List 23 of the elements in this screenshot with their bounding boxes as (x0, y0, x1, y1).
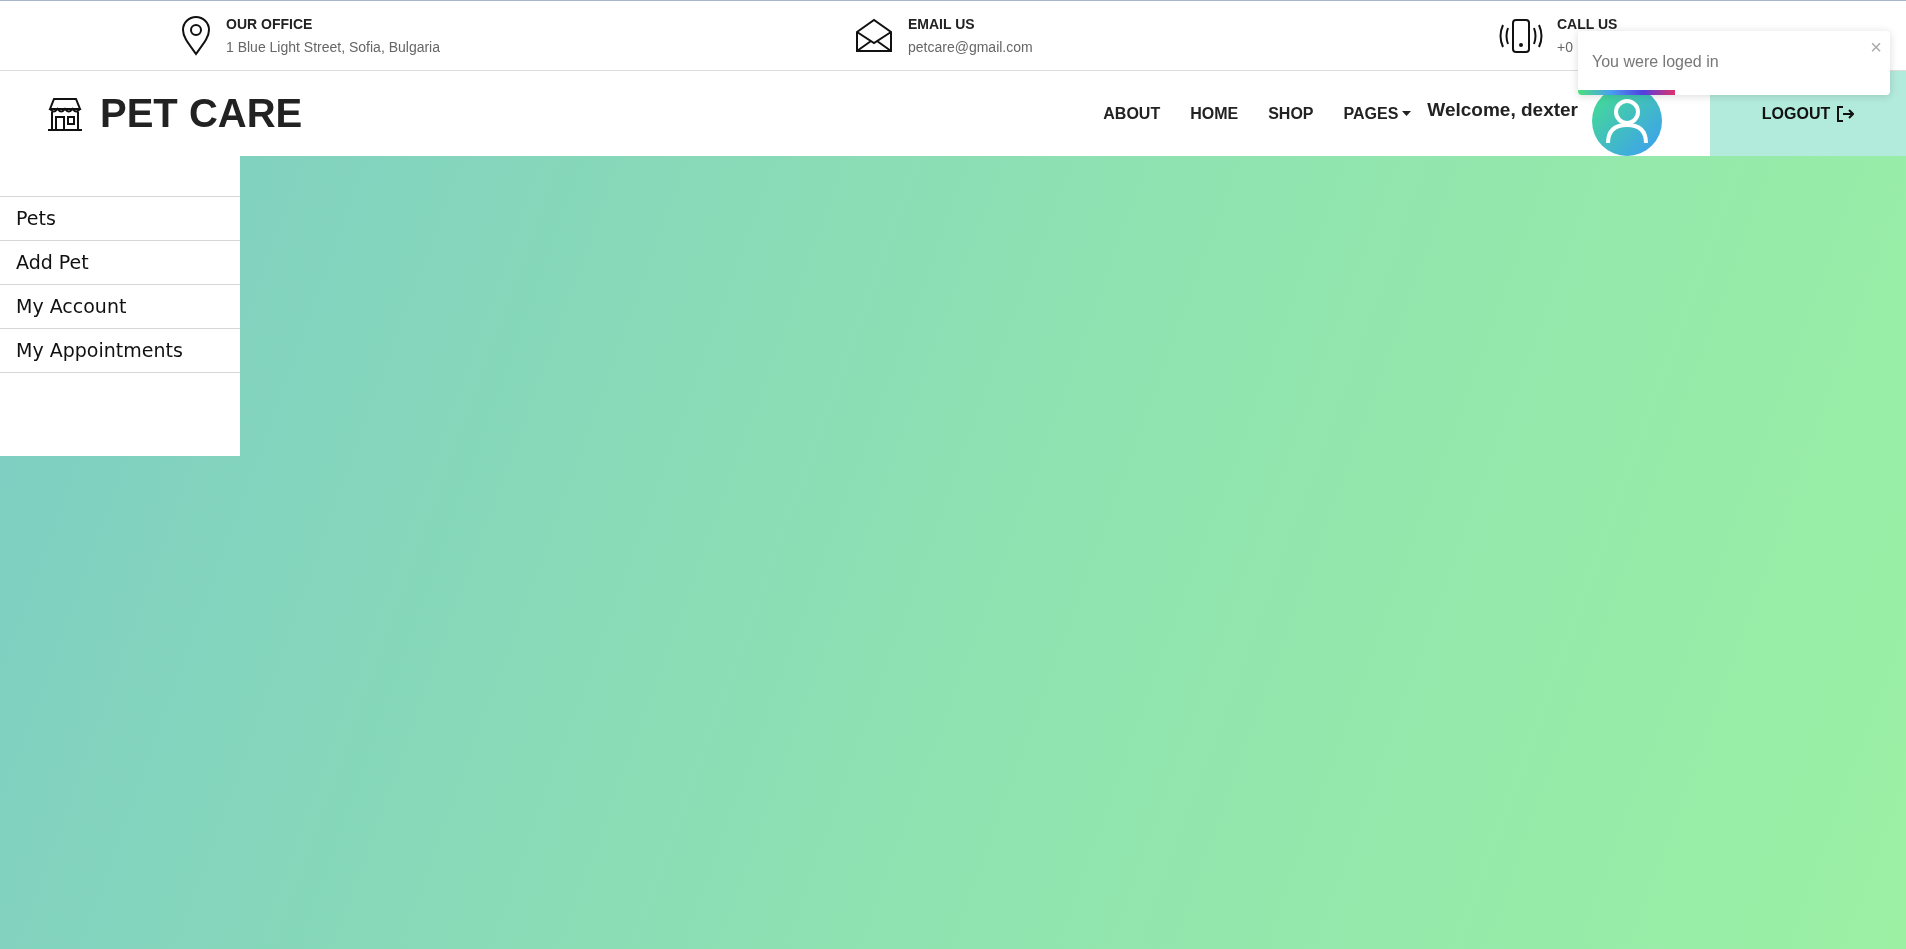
contact-detail: petcare@gmail.com (908, 39, 1033, 55)
sidebar-item[interactable]: My Appointments (0, 328, 240, 373)
envelope-icon (854, 17, 894, 54)
welcome-text: Welcome, dexter (1427, 99, 1578, 121)
contact-title: EMAIL US (908, 16, 976, 32)
brand-name: PET CARE (100, 91, 303, 136)
sidebar-item[interactable]: My Account (0, 284, 240, 328)
nav-link[interactable]: SHOP (1268, 104, 1314, 123)
logout-icon (1836, 104, 1855, 123)
nav-link[interactable]: PAGES (1343, 104, 1412, 123)
nav-link[interactable]: ABOUT (1103, 104, 1161, 123)
toast-message: You were loged in (1592, 53, 1719, 71)
vibrating-phone-icon (1499, 17, 1543, 54)
sidebar-item[interactable]: Pets (0, 196, 240, 240)
sidebar-item[interactable]: Add Pet (0, 240, 240, 284)
contact-title: CALL US (1557, 16, 1618, 32)
contact-detail: +0 (1557, 39, 1574, 55)
shop-icon (46, 96, 84, 131)
contact-title: OUR OFFICE (226, 16, 314, 32)
caret-icon (1402, 111, 1412, 116)
location-pin-icon (180, 15, 212, 56)
contact-detail: 1 Blue Light Street, Sofia, Bulgaria (226, 39, 441, 55)
nav-link[interactable]: HOME (1190, 104, 1239, 123)
